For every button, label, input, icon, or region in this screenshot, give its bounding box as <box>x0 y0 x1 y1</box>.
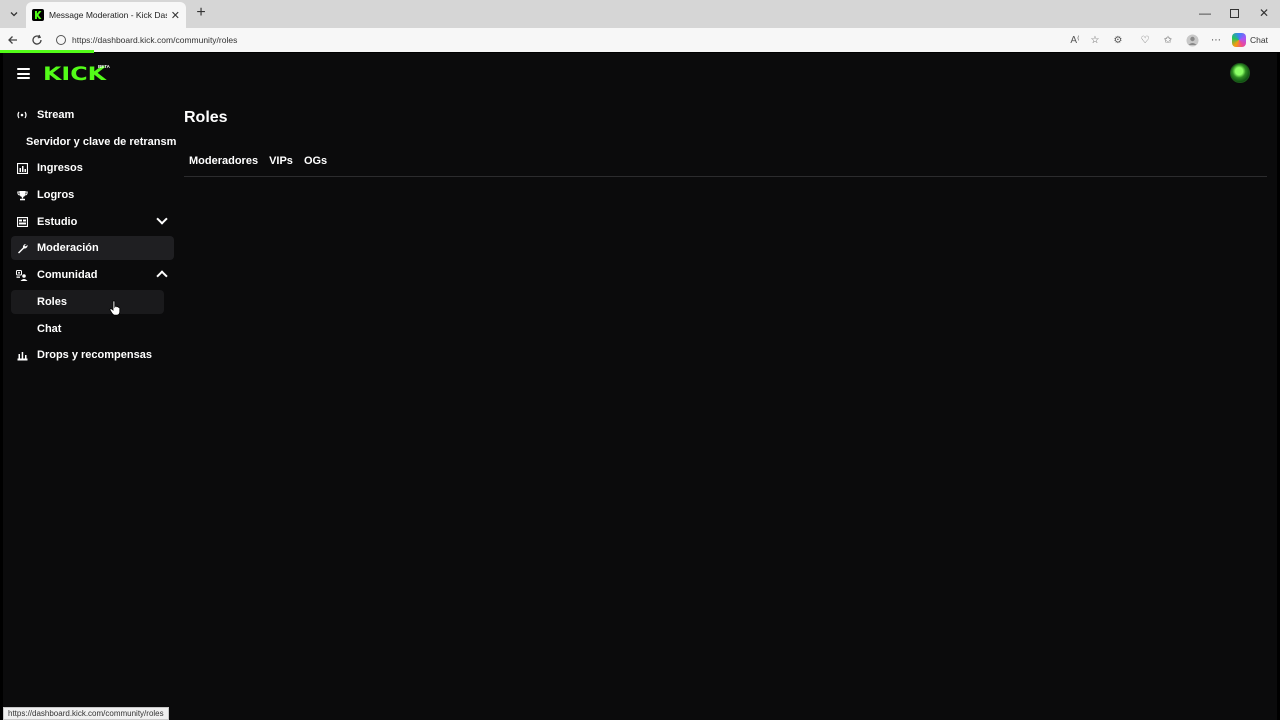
chat-label: Chat <box>1250 35 1268 45</box>
sidebar-item-stream-server-key[interactable]: Servidor y clave de retransm <box>11 130 177 154</box>
browser-essentials-icon[interactable]: ♡ <box>1138 33 1152 47</box>
chart-icon <box>16 162 28 174</box>
site-info-icon[interactable] <box>56 35 66 45</box>
sidebar-item-stream[interactable]: Stream <box>11 103 174 127</box>
tab-moderadores[interactable]: Moderadores <box>189 147 258 175</box>
sidebar-item-label: Servidor y clave de retransm <box>26 135 177 148</box>
gift-icon <box>16 349 28 361</box>
back-button[interactable] <box>4 31 22 49</box>
reload-icon <box>32 34 42 45</box>
minimize-button[interactable]: — <box>1196 5 1214 21</box>
trophy-icon <box>16 189 28 201</box>
sidebar-item-label: Logros <box>37 189 75 202</box>
beta-badge: BETA <box>98 64 110 69</box>
status-bar-url: https://dashboard.kick.com/community/rol… <box>3 707 169 720</box>
main-content: Roles Moderadores VIPs OGs <box>184 103 1269 177</box>
url-input[interactable]: https://dashboard.kick.com/community/rol… <box>50 30 1110 50</box>
studio-icon <box>16 216 28 228</box>
sidebar-item-label: Ingresos <box>37 162 83 175</box>
menu-icon[interactable] <box>17 68 30 79</box>
more-menu-icon[interactable]: ⋯ <box>1209 33 1223 47</box>
address-bar: https://dashboard.kick.com/community/rol… <box>0 28 1280 52</box>
read-aloud-icon[interactable]: A⁽ <box>1068 33 1082 47</box>
broadcast-icon <box>16 109 28 121</box>
page-title: Roles <box>184 109 228 126</box>
sidebar-item-logros[interactable]: Logros <box>11 183 174 207</box>
dashboard-app: KICK BETA Stream Servidor y clave de ret… <box>3 53 1277 720</box>
tab-title: Message Moderation - Kick Dashb <box>49 10 167 20</box>
profile-avatar-icon <box>1186 34 1198 46</box>
tab-ogs[interactable]: OGs <box>304 147 327 175</box>
user-avatar[interactable] <box>1230 63 1250 83</box>
community-icon <box>16 269 28 281</box>
reload-button[interactable] <box>28 31 46 49</box>
sidebar-item-label: Roles <box>37 295 67 308</box>
hand-cursor-icon <box>109 300 121 316</box>
sidebar-item-label: Drops y recompensas <box>37 349 152 362</box>
chevron-down-icon <box>10 12 18 17</box>
maximize-button[interactable] <box>1225 5 1243 21</box>
browser-tab[interactable]: Message Moderation - Kick Dashb ✕ <box>26 2 186 28</box>
tab-list-button[interactable] <box>4 4 24 24</box>
browser-tab-bar: Message Moderation - Kick Dashb ✕ + — ✕ <box>0 0 1280 28</box>
sidebar-item-label: Estudio <box>37 215 78 228</box>
maximize-icon <box>1229 8 1239 18</box>
new-tab-button[interactable]: + <box>192 4 210 22</box>
copilot-icon <box>1232 33 1246 47</box>
sidebar-item-drops[interactable]: Drops y recompensas <box>11 343 174 367</box>
profile-icon[interactable] <box>1185 33 1199 47</box>
sidebar-item-label: Chat <box>37 322 62 335</box>
favorite-star-icon[interactable]: ☆ <box>1088 33 1102 47</box>
sidebar-item-estudio[interactable]: Estudio <box>11 210 174 234</box>
roles-tabs: Moderadores VIPs OGs <box>184 147 1267 177</box>
logo-text: KICK <box>43 63 107 85</box>
kick-logo[interactable]: KICK BETA <box>43 64 110 84</box>
chevron-down-icon[interactable] <box>156 213 168 225</box>
arrow-left-icon <box>8 36 17 44</box>
sidebar-item-label: Comunidad <box>37 269 98 282</box>
kick-favicon-icon <box>32 9 44 21</box>
sidebar-item-label: Stream <box>37 109 75 121</box>
sidebar-item-ingresos[interactable]: Ingresos <box>11 156 174 180</box>
extensions-icon[interactable]: ⚙ <box>1111 33 1125 47</box>
tab-close-icon[interactable]: ✕ <box>171 9 180 22</box>
chevron-up-icon[interactable] <box>156 270 168 282</box>
wrench-icon <box>16 242 28 254</box>
sidebar-item-comunidad[interactable]: Comunidad <box>11 263 174 287</box>
app-header: KICK BETA <box>3 53 1277 95</box>
tab-vips[interactable]: VIPs <box>269 147 293 175</box>
copilot-chat-button[interactable]: Chat <box>1232 32 1268 48</box>
sidebar-item-chat[interactable]: Chat <box>11 317 174 341</box>
sidebar: Stream Servidor y clave de retransm Ingr… <box>11 103 177 370</box>
sidebar-item-label: Moderación <box>37 242 99 255</box>
favorites-icon[interactable]: ✩ <box>1161 33 1175 47</box>
url-text: https://dashboard.kick.com/community/rol… <box>72 35 238 45</box>
sidebar-item-moderacion[interactable]: Moderación <box>11 236 174 261</box>
close-window-button[interactable]: ✕ <box>1255 5 1273 21</box>
sidebar-item-roles[interactable]: Roles <box>11 289 164 314</box>
